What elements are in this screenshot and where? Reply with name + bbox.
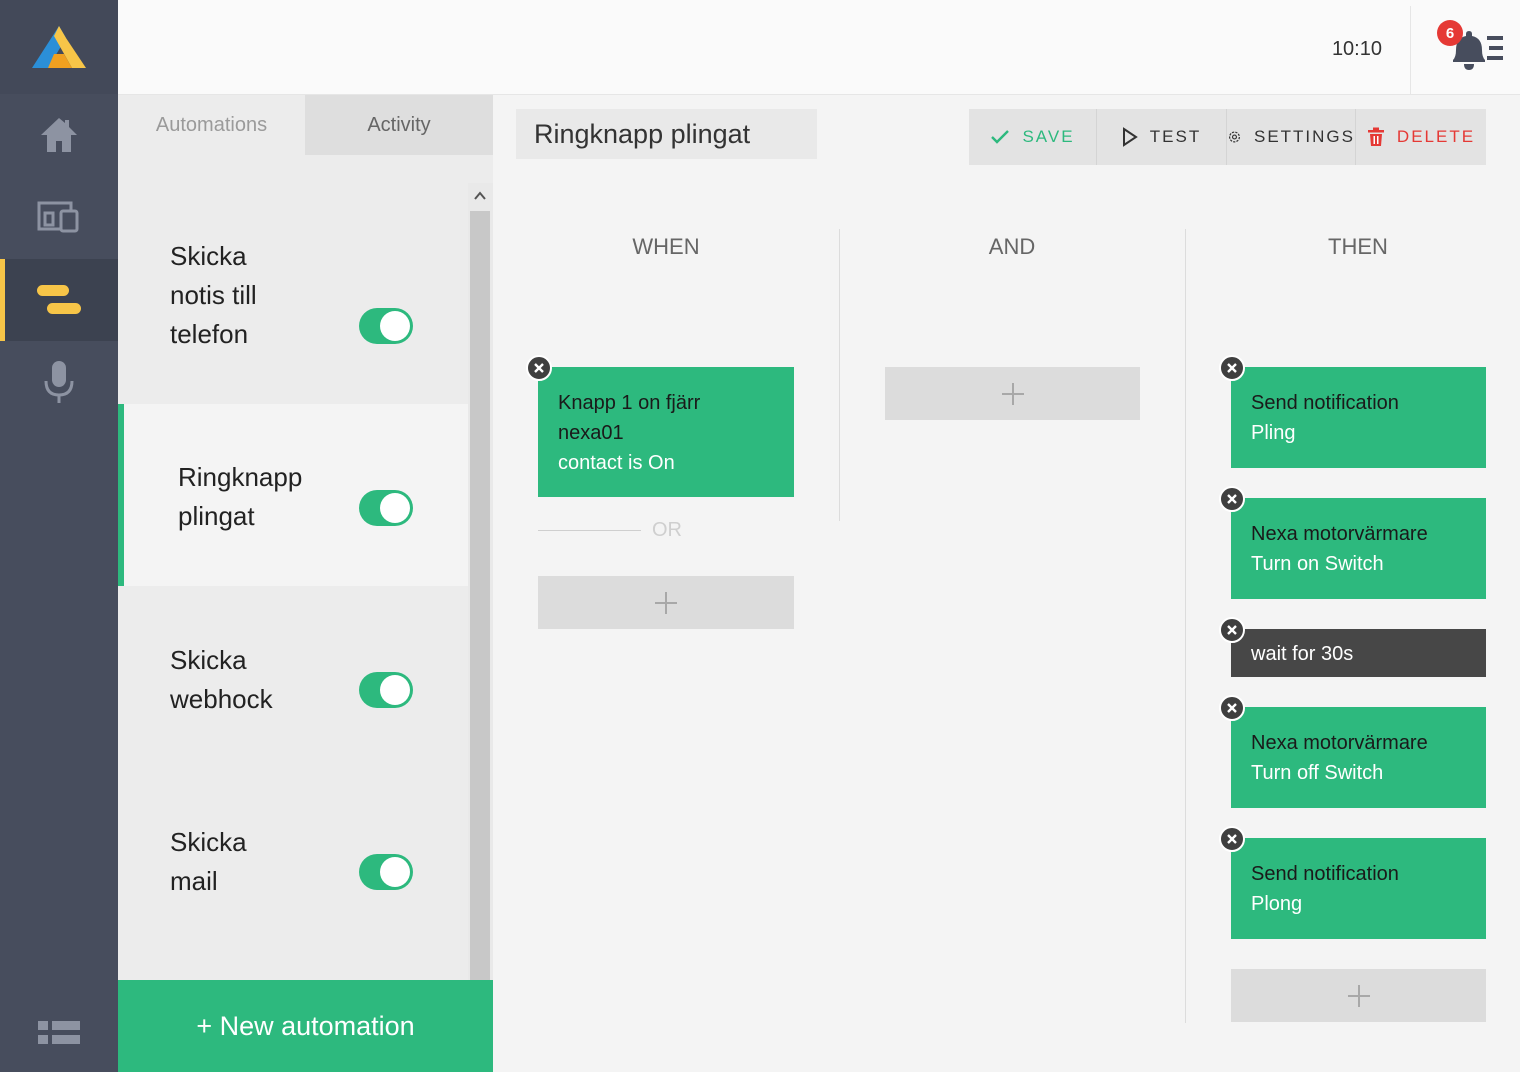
add-trigger-button[interactable] <box>538 576 794 629</box>
remove-icon[interactable] <box>1219 486 1245 512</box>
automations-icon <box>37 285 81 314</box>
save-button[interactable]: SAVE <box>969 109 1097 165</box>
home-icon <box>41 118 77 152</box>
scrollbar-thumb[interactable] <box>470 211 490 980</box>
or-separator: OR <box>538 519 794 543</box>
delay-card[interactable]: wait for 30s <box>1219 617 1486 677</box>
plus-icon <box>655 591 677 614</box>
list-item-automation-selected[interactable]: Ringknapp plingat <box>118 404 468 586</box>
list-tabs: Automations Activity <box>118 95 493 155</box>
microphone-icon <box>44 361 74 403</box>
automation-name-field[interactable]: Ringknapp plingat <box>516 109 817 159</box>
add-action-button[interactable] <box>1231 969 1486 1022</box>
plus-icon <box>1001 382 1024 405</box>
automation-name: Skicka notis till telefon <box>170 241 257 349</box>
plus-icon <box>1347 984 1370 1007</box>
delete-button[interactable]: DELETE <box>1356 109 1486 165</box>
automation-name: Skicka mail <box>170 827 247 896</box>
automation-name: Ringknapp plingat <box>178 462 303 531</box>
gear-icon <box>1229 131 1240 143</box>
remove-icon[interactable] <box>1219 355 1245 381</box>
test-button[interactable]: TEST <box>1097 109 1227 165</box>
remove-icon[interactable] <box>1219 617 1245 643</box>
action-card[interactable]: Nexa motorvärmare Turn off Switch <box>1219 695 1486 808</box>
automation-enabled-toggle[interactable] <box>359 490 413 526</box>
column-divider <box>839 229 840 521</box>
action-card[interactable]: Send notification Plong <box>1219 826 1486 939</box>
trigger-card[interactable]: Knapp 1 on fjärr nexa01 contact is On <box>526 355 794 497</box>
top-bar: 10:10 6 <box>118 0 1520 95</box>
automation-list-panel: Automations Activity Skicka notis till t… <box>118 95 493 1072</box>
tab-activity[interactable]: Activity <box>305 95 493 155</box>
list-view-icon <box>38 1021 80 1044</box>
add-condition-button[interactable] <box>885 367 1140 420</box>
automation-enabled-toggle[interactable] <box>359 854 413 890</box>
automation-editor: Ringknapp plingat SAVE TEST SETTINGS DEL… <box>493 95 1520 1072</box>
notifications-button[interactable]: 6 <box>1410 6 1520 94</box>
column-divider <box>1185 229 1186 1023</box>
nav-rail <box>0 0 118 1072</box>
column-header-when: WHEN <box>632 234 700 259</box>
logo-icon <box>32 26 86 68</box>
clock: 10:10 <box>1331 38 1382 60</box>
new-automation-button[interactable]: + New automation <box>118 980 493 1072</box>
trash-icon <box>1367 127 1384 146</box>
column-header-then: THEN <box>1328 234 1388 259</box>
devices-icon <box>37 201 79 233</box>
editor-toolbar: SAVE TEST SETTINGS DELETE <box>969 109 1486 165</box>
play-icon <box>1122 127 1138 147</box>
nav-item-menu[interactable] <box>0 1008 118 1058</box>
nav-item-home[interactable] <box>0 94 118 176</box>
notification-badge: 6 <box>1437 20 1463 46</box>
settings-button[interactable]: SETTINGS <box>1227 109 1356 165</box>
app-logo[interactable] <box>0 0 118 94</box>
action-card[interactable]: Send notification Pling <box>1219 355 1486 468</box>
automation-enabled-toggle[interactable] <box>359 308 413 344</box>
remove-icon[interactable] <box>526 355 552 381</box>
scroll-up-icon[interactable] <box>473 189 487 203</box>
nav-item-automations[interactable] <box>0 259 118 341</box>
list-item-automation[interactable]: Skicka notis till telefon <box>118 222 468 404</box>
remove-icon[interactable] <box>1219 826 1245 852</box>
action-card[interactable]: Nexa motorvärmare Turn on Switch <box>1219 486 1486 599</box>
list-item-automation[interactable]: Skicka mail <box>118 768 468 950</box>
automation-name: Skicka webhock <box>170 645 273 714</box>
tab-automations[interactable]: Automations <box>118 95 305 155</box>
automation-enabled-toggle[interactable] <box>359 672 413 708</box>
list-scrollbar[interactable] <box>468 183 493 980</box>
list-item-automation[interactable]: Skicka webhock <box>118 586 468 768</box>
remove-icon[interactable] <box>1219 695 1245 721</box>
nav-item-voice[interactable] <box>0 341 118 423</box>
nav-item-devices[interactable] <box>0 176 118 258</box>
check-icon <box>991 130 1010 144</box>
column-header-and: AND <box>988 234 1036 259</box>
